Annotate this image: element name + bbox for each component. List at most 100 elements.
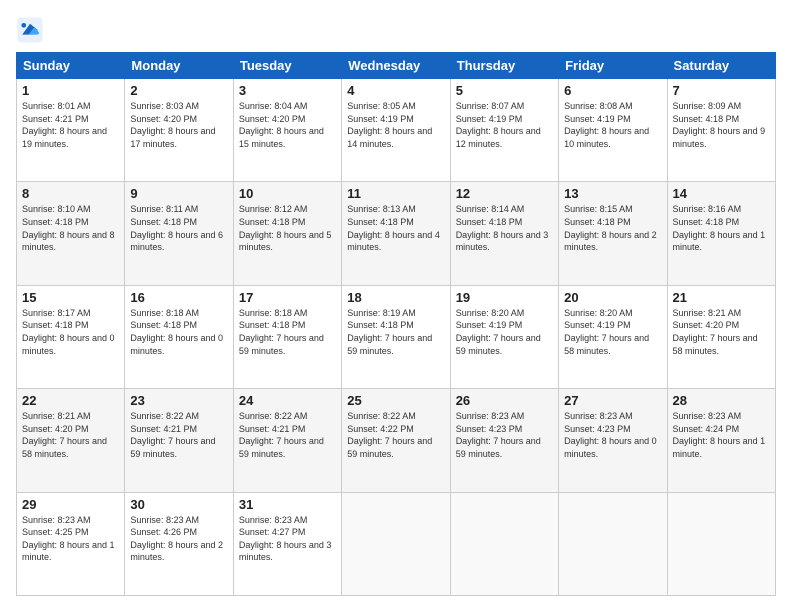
week-row-1: 1 Sunrise: 8:01 AM Sunset: 4:21 PM Dayli…: [17, 79, 776, 182]
day-info: Sunrise: 8:08 AM Sunset: 4:19 PM Dayligh…: [564, 100, 661, 150]
day-number: 23: [130, 393, 227, 408]
weekday-header-friday: Friday: [559, 53, 667, 79]
day-cell: 25 Sunrise: 8:22 AM Sunset: 4:22 PM Dayl…: [342, 389, 450, 492]
day-info: Sunrise: 8:23 AM Sunset: 4:26 PM Dayligh…: [130, 514, 227, 564]
day-number: 12: [456, 186, 553, 201]
day-info: Sunrise: 8:23 AM Sunset: 4:25 PM Dayligh…: [22, 514, 119, 564]
day-cell: 14 Sunrise: 8:16 AM Sunset: 4:18 PM Dayl…: [667, 182, 775, 285]
day-cell: 2 Sunrise: 8:03 AM Sunset: 4:20 PM Dayli…: [125, 79, 233, 182]
day-number: 21: [673, 290, 770, 305]
day-number: 5: [456, 83, 553, 98]
day-number: 20: [564, 290, 661, 305]
day-number: 22: [22, 393, 119, 408]
day-info: Sunrise: 8:23 AM Sunset: 4:23 PM Dayligh…: [564, 410, 661, 460]
day-number: 14: [673, 186, 770, 201]
header: [16, 16, 776, 44]
day-info: Sunrise: 8:10 AM Sunset: 4:18 PM Dayligh…: [22, 203, 119, 253]
day-info: Sunrise: 8:21 AM Sunset: 4:20 PM Dayligh…: [22, 410, 119, 460]
day-number: 16: [130, 290, 227, 305]
day-number: 29: [22, 497, 119, 512]
day-info: Sunrise: 8:14 AM Sunset: 4:18 PM Dayligh…: [456, 203, 553, 253]
day-number: 9: [130, 186, 227, 201]
day-cell: 29 Sunrise: 8:23 AM Sunset: 4:25 PM Dayl…: [17, 492, 125, 595]
day-number: 4: [347, 83, 444, 98]
day-info: Sunrise: 8:23 AM Sunset: 4:27 PM Dayligh…: [239, 514, 336, 564]
day-cell: 15 Sunrise: 8:17 AM Sunset: 4:18 PM Dayl…: [17, 285, 125, 388]
day-cell: 22 Sunrise: 8:21 AM Sunset: 4:20 PM Dayl…: [17, 389, 125, 492]
week-row-4: 22 Sunrise: 8:21 AM Sunset: 4:20 PM Dayl…: [17, 389, 776, 492]
logo-icon: [16, 16, 44, 44]
day-cell: 13 Sunrise: 8:15 AM Sunset: 4:18 PM Dayl…: [559, 182, 667, 285]
day-info: Sunrise: 8:18 AM Sunset: 4:18 PM Dayligh…: [239, 307, 336, 357]
day-cell: 6 Sunrise: 8:08 AM Sunset: 4:19 PM Dayli…: [559, 79, 667, 182]
day-cell: 18 Sunrise: 8:19 AM Sunset: 4:18 PM Dayl…: [342, 285, 450, 388]
day-info: Sunrise: 8:22 AM Sunset: 4:21 PM Dayligh…: [239, 410, 336, 460]
day-cell: 16 Sunrise: 8:18 AM Sunset: 4:18 PM Dayl…: [125, 285, 233, 388]
day-cell: 4 Sunrise: 8:05 AM Sunset: 4:19 PM Dayli…: [342, 79, 450, 182]
day-info: Sunrise: 8:17 AM Sunset: 4:18 PM Dayligh…: [22, 307, 119, 357]
day-cell: 3 Sunrise: 8:04 AM Sunset: 4:20 PM Dayli…: [233, 79, 341, 182]
day-info: Sunrise: 8:09 AM Sunset: 4:18 PM Dayligh…: [673, 100, 770, 150]
day-cell: [450, 492, 558, 595]
day-info: Sunrise: 8:20 AM Sunset: 4:19 PM Dayligh…: [456, 307, 553, 357]
weekday-header-tuesday: Tuesday: [233, 53, 341, 79]
weekday-header-sunday: Sunday: [17, 53, 125, 79]
day-info: Sunrise: 8:16 AM Sunset: 4:18 PM Dayligh…: [673, 203, 770, 253]
day-number: 8: [22, 186, 119, 201]
day-number: 1: [22, 83, 119, 98]
day-info: Sunrise: 8:21 AM Sunset: 4:20 PM Dayligh…: [673, 307, 770, 357]
week-row-5: 29 Sunrise: 8:23 AM Sunset: 4:25 PM Dayl…: [17, 492, 776, 595]
day-cell: 30 Sunrise: 8:23 AM Sunset: 4:26 PM Dayl…: [125, 492, 233, 595]
day-cell: 10 Sunrise: 8:12 AM Sunset: 4:18 PM Dayl…: [233, 182, 341, 285]
day-cell: 5 Sunrise: 8:07 AM Sunset: 4:19 PM Dayli…: [450, 79, 558, 182]
day-cell: 9 Sunrise: 8:11 AM Sunset: 4:18 PM Dayli…: [125, 182, 233, 285]
weekday-header-saturday: Saturday: [667, 53, 775, 79]
day-info: Sunrise: 8:22 AM Sunset: 4:22 PM Dayligh…: [347, 410, 444, 460]
day-cell: 26 Sunrise: 8:23 AM Sunset: 4:23 PM Dayl…: [450, 389, 558, 492]
day-info: Sunrise: 8:04 AM Sunset: 4:20 PM Dayligh…: [239, 100, 336, 150]
day-number: 25: [347, 393, 444, 408]
day-info: Sunrise: 8:07 AM Sunset: 4:19 PM Dayligh…: [456, 100, 553, 150]
day-cell: 19 Sunrise: 8:20 AM Sunset: 4:19 PM Dayl…: [450, 285, 558, 388]
day-number: 28: [673, 393, 770, 408]
day-cell: 8 Sunrise: 8:10 AM Sunset: 4:18 PM Dayli…: [17, 182, 125, 285]
day-number: 19: [456, 290, 553, 305]
day-number: 26: [456, 393, 553, 408]
day-cell: 28 Sunrise: 8:23 AM Sunset: 4:24 PM Dayl…: [667, 389, 775, 492]
day-number: 30: [130, 497, 227, 512]
day-number: 24: [239, 393, 336, 408]
day-cell: [342, 492, 450, 595]
day-cell: 27 Sunrise: 8:23 AM Sunset: 4:23 PM Dayl…: [559, 389, 667, 492]
day-number: 6: [564, 83, 661, 98]
day-number: 10: [239, 186, 336, 201]
day-number: 31: [239, 497, 336, 512]
day-cell: 23 Sunrise: 8:22 AM Sunset: 4:21 PM Dayl…: [125, 389, 233, 492]
day-info: Sunrise: 8:22 AM Sunset: 4:21 PM Dayligh…: [130, 410, 227, 460]
day-info: Sunrise: 8:13 AM Sunset: 4:18 PM Dayligh…: [347, 203, 444, 253]
day-number: 2: [130, 83, 227, 98]
day-info: Sunrise: 8:23 AM Sunset: 4:23 PM Dayligh…: [456, 410, 553, 460]
weekday-header-row: SundayMondayTuesdayWednesdayThursdayFrid…: [17, 53, 776, 79]
calendar-table: SundayMondayTuesdayWednesdayThursdayFrid…: [16, 52, 776, 596]
day-cell: 11 Sunrise: 8:13 AM Sunset: 4:18 PM Dayl…: [342, 182, 450, 285]
day-info: Sunrise: 8:01 AM Sunset: 4:21 PM Dayligh…: [22, 100, 119, 150]
day-cell: 1 Sunrise: 8:01 AM Sunset: 4:21 PM Dayli…: [17, 79, 125, 182]
week-row-3: 15 Sunrise: 8:17 AM Sunset: 4:18 PM Dayl…: [17, 285, 776, 388]
day-cell: 24 Sunrise: 8:22 AM Sunset: 4:21 PM Dayl…: [233, 389, 341, 492]
day-number: 13: [564, 186, 661, 201]
weekday-header-thursday: Thursday: [450, 53, 558, 79]
day-number: 17: [239, 290, 336, 305]
day-cell: 31 Sunrise: 8:23 AM Sunset: 4:27 PM Dayl…: [233, 492, 341, 595]
day-cell: [667, 492, 775, 595]
day-number: 11: [347, 186, 444, 201]
day-info: Sunrise: 8:19 AM Sunset: 4:18 PM Dayligh…: [347, 307, 444, 357]
day-number: 3: [239, 83, 336, 98]
day-info: Sunrise: 8:15 AM Sunset: 4:18 PM Dayligh…: [564, 203, 661, 253]
day-info: Sunrise: 8:05 AM Sunset: 4:19 PM Dayligh…: [347, 100, 444, 150]
day-info: Sunrise: 8:20 AM Sunset: 4:19 PM Dayligh…: [564, 307, 661, 357]
day-cell: 21 Sunrise: 8:21 AM Sunset: 4:20 PM Dayl…: [667, 285, 775, 388]
day-info: Sunrise: 8:23 AM Sunset: 4:24 PM Dayligh…: [673, 410, 770, 460]
day-cell: 17 Sunrise: 8:18 AM Sunset: 4:18 PM Dayl…: [233, 285, 341, 388]
day-info: Sunrise: 8:11 AM Sunset: 4:18 PM Dayligh…: [130, 203, 227, 253]
day-info: Sunrise: 8:03 AM Sunset: 4:20 PM Dayligh…: [130, 100, 227, 150]
